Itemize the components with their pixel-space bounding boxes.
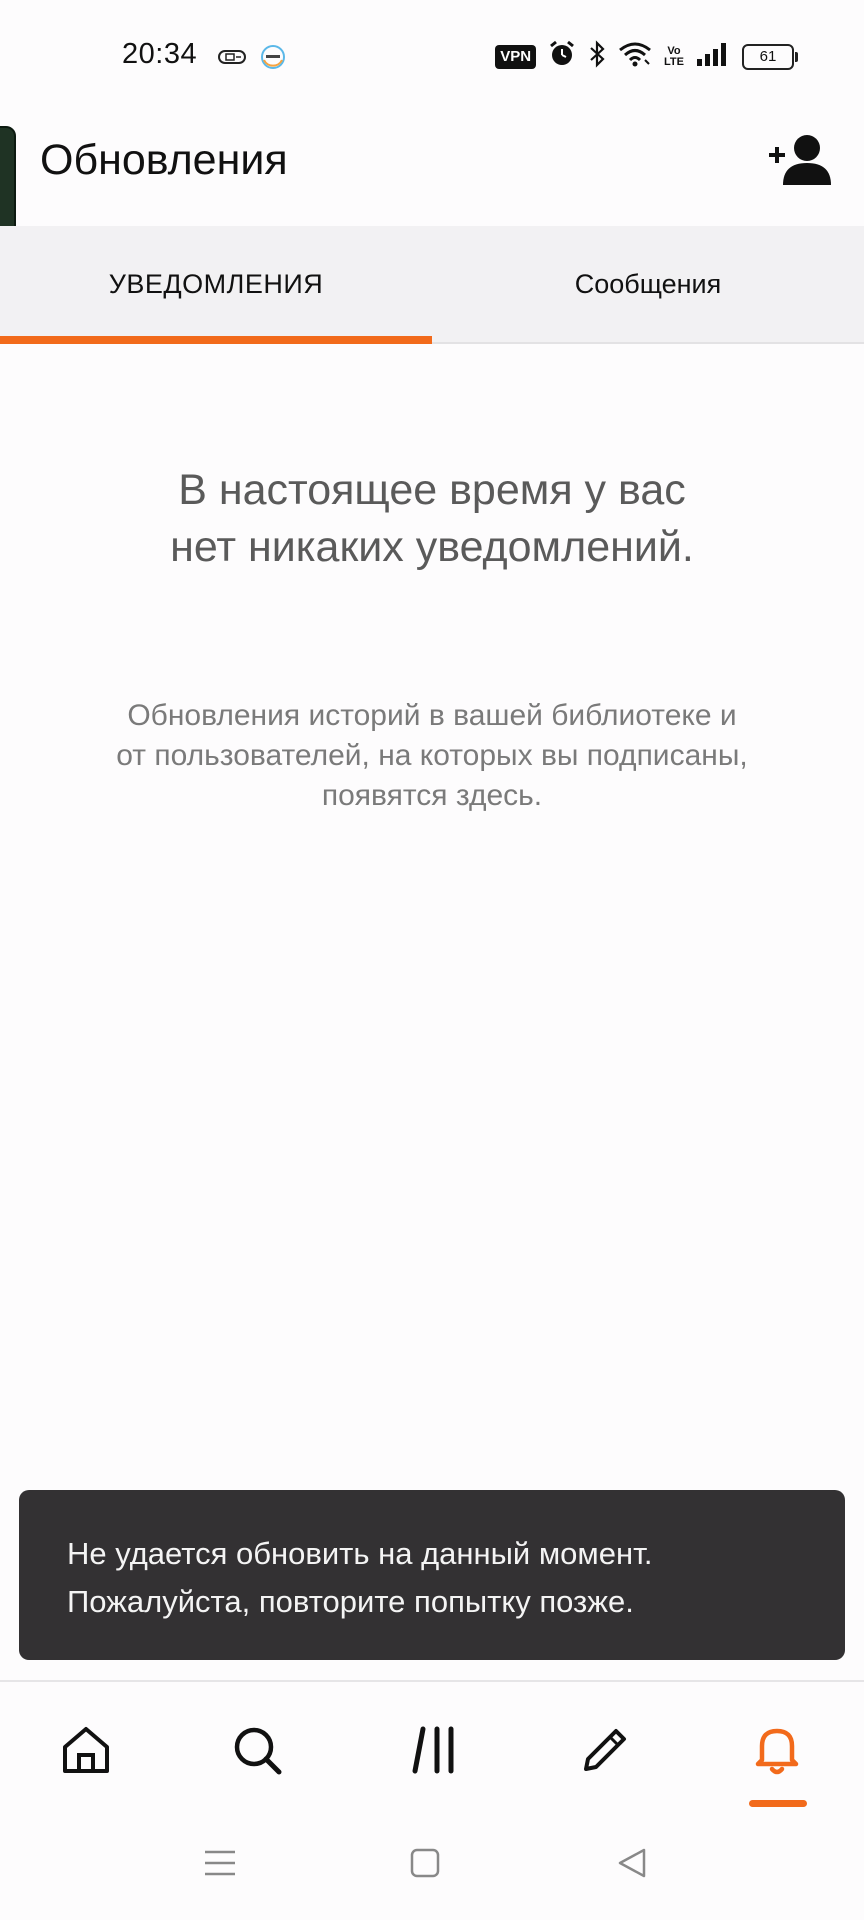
bottom-navigation	[0, 1680, 864, 1812]
snackbar-line2: Пожалуйста, повторите попытку позже.	[67, 1584, 634, 1619]
error-snackbar: Не удается обновить на данный момент. По…	[19, 1490, 845, 1660]
cast-icon	[218, 49, 246, 70]
home-system-button[interactable]	[385, 1832, 465, 1898]
app-header: Обновления	[0, 112, 864, 226]
back-system-button[interactable]	[592, 1832, 672, 1898]
add-user-icon	[767, 130, 837, 195]
menu-icon	[203, 1848, 237, 1883]
recent-apps-button[interactable]	[180, 1832, 260, 1898]
volte-indicator: Vo LTE	[664, 44, 684, 68]
empty-title-line2: нет никаких уведомлений.	[170, 523, 694, 571]
home-icon	[59, 1723, 113, 1782]
tab-notifications-label: УВЕДОМЛЕНИЯ	[108, 268, 324, 299]
nav-write[interactable]	[560, 1712, 650, 1792]
status-bar: 20:34 VPN Vo LTE 61	[0, 0, 864, 112]
tab-messages-label: Сообщения	[574, 268, 722, 299]
snackbar-line1: Не удается обновить на данный момент.	[67, 1536, 653, 1571]
status-left-icons	[218, 44, 286, 75]
pencil-icon	[578, 1723, 632, 1782]
wifi-icon	[618, 40, 652, 73]
system-navigation	[0, 1810, 864, 1920]
signal-icon	[696, 41, 730, 72]
library-icon	[407, 1723, 461, 1782]
square-icon	[409, 1847, 441, 1884]
nav-home[interactable]	[41, 1712, 131, 1792]
active-tab-indicator	[0, 336, 432, 344]
volte-top: Vo	[667, 44, 681, 57]
nav-library[interactable]	[389, 1712, 479, 1792]
bell-icon	[750, 1722, 804, 1783]
empty-desc-line1: Обновления историй в вашей библиотеке и	[127, 699, 737, 732]
empty-state-title: В настоящее время у вас нет никаких увед…	[0, 462, 864, 576]
empty-state-description: Обновления историй в вашей библиотеке и …	[0, 696, 864, 816]
tab-notifications[interactable]: УВЕДОМЛЕНИЯ	[0, 226, 432, 342]
realme-app-icon	[260, 44, 286, 75]
tab-bar: УВЕДОМЛЕНИЯ Сообщения	[0, 226, 864, 344]
snackbar-message: Не удается обновить на данный момент. По…	[67, 1530, 652, 1626]
tab-messages[interactable]: Сообщения	[432, 226, 864, 342]
page-title: Обновления	[40, 136, 288, 184]
nav-notifications[interactable]	[732, 1712, 822, 1792]
alarm-icon	[548, 40, 576, 73]
search-icon	[230, 1723, 284, 1782]
battery-indicator: 61	[742, 43, 798, 70]
vpn-badge: VPN	[495, 44, 537, 69]
bluetooth-icon	[588, 40, 606, 73]
volte-bottom: LTE	[664, 55, 684, 68]
back-triangle-icon	[616, 1847, 648, 1884]
active-nav-indicator	[749, 1800, 807, 1807]
empty-desc-line2: от пользователей, на которых вы подписан…	[116, 739, 748, 772]
empty-title-line1: В настоящее время у вас	[178, 466, 686, 514]
status-right-icons: VPN Vo LTE 61	[495, 40, 798, 73]
empty-desc-line3: появятся здесь.	[321, 779, 543, 812]
status-time: 20:34	[122, 38, 198, 70]
nav-search[interactable]	[212, 1712, 302, 1792]
add-user-button[interactable]	[766, 130, 838, 194]
